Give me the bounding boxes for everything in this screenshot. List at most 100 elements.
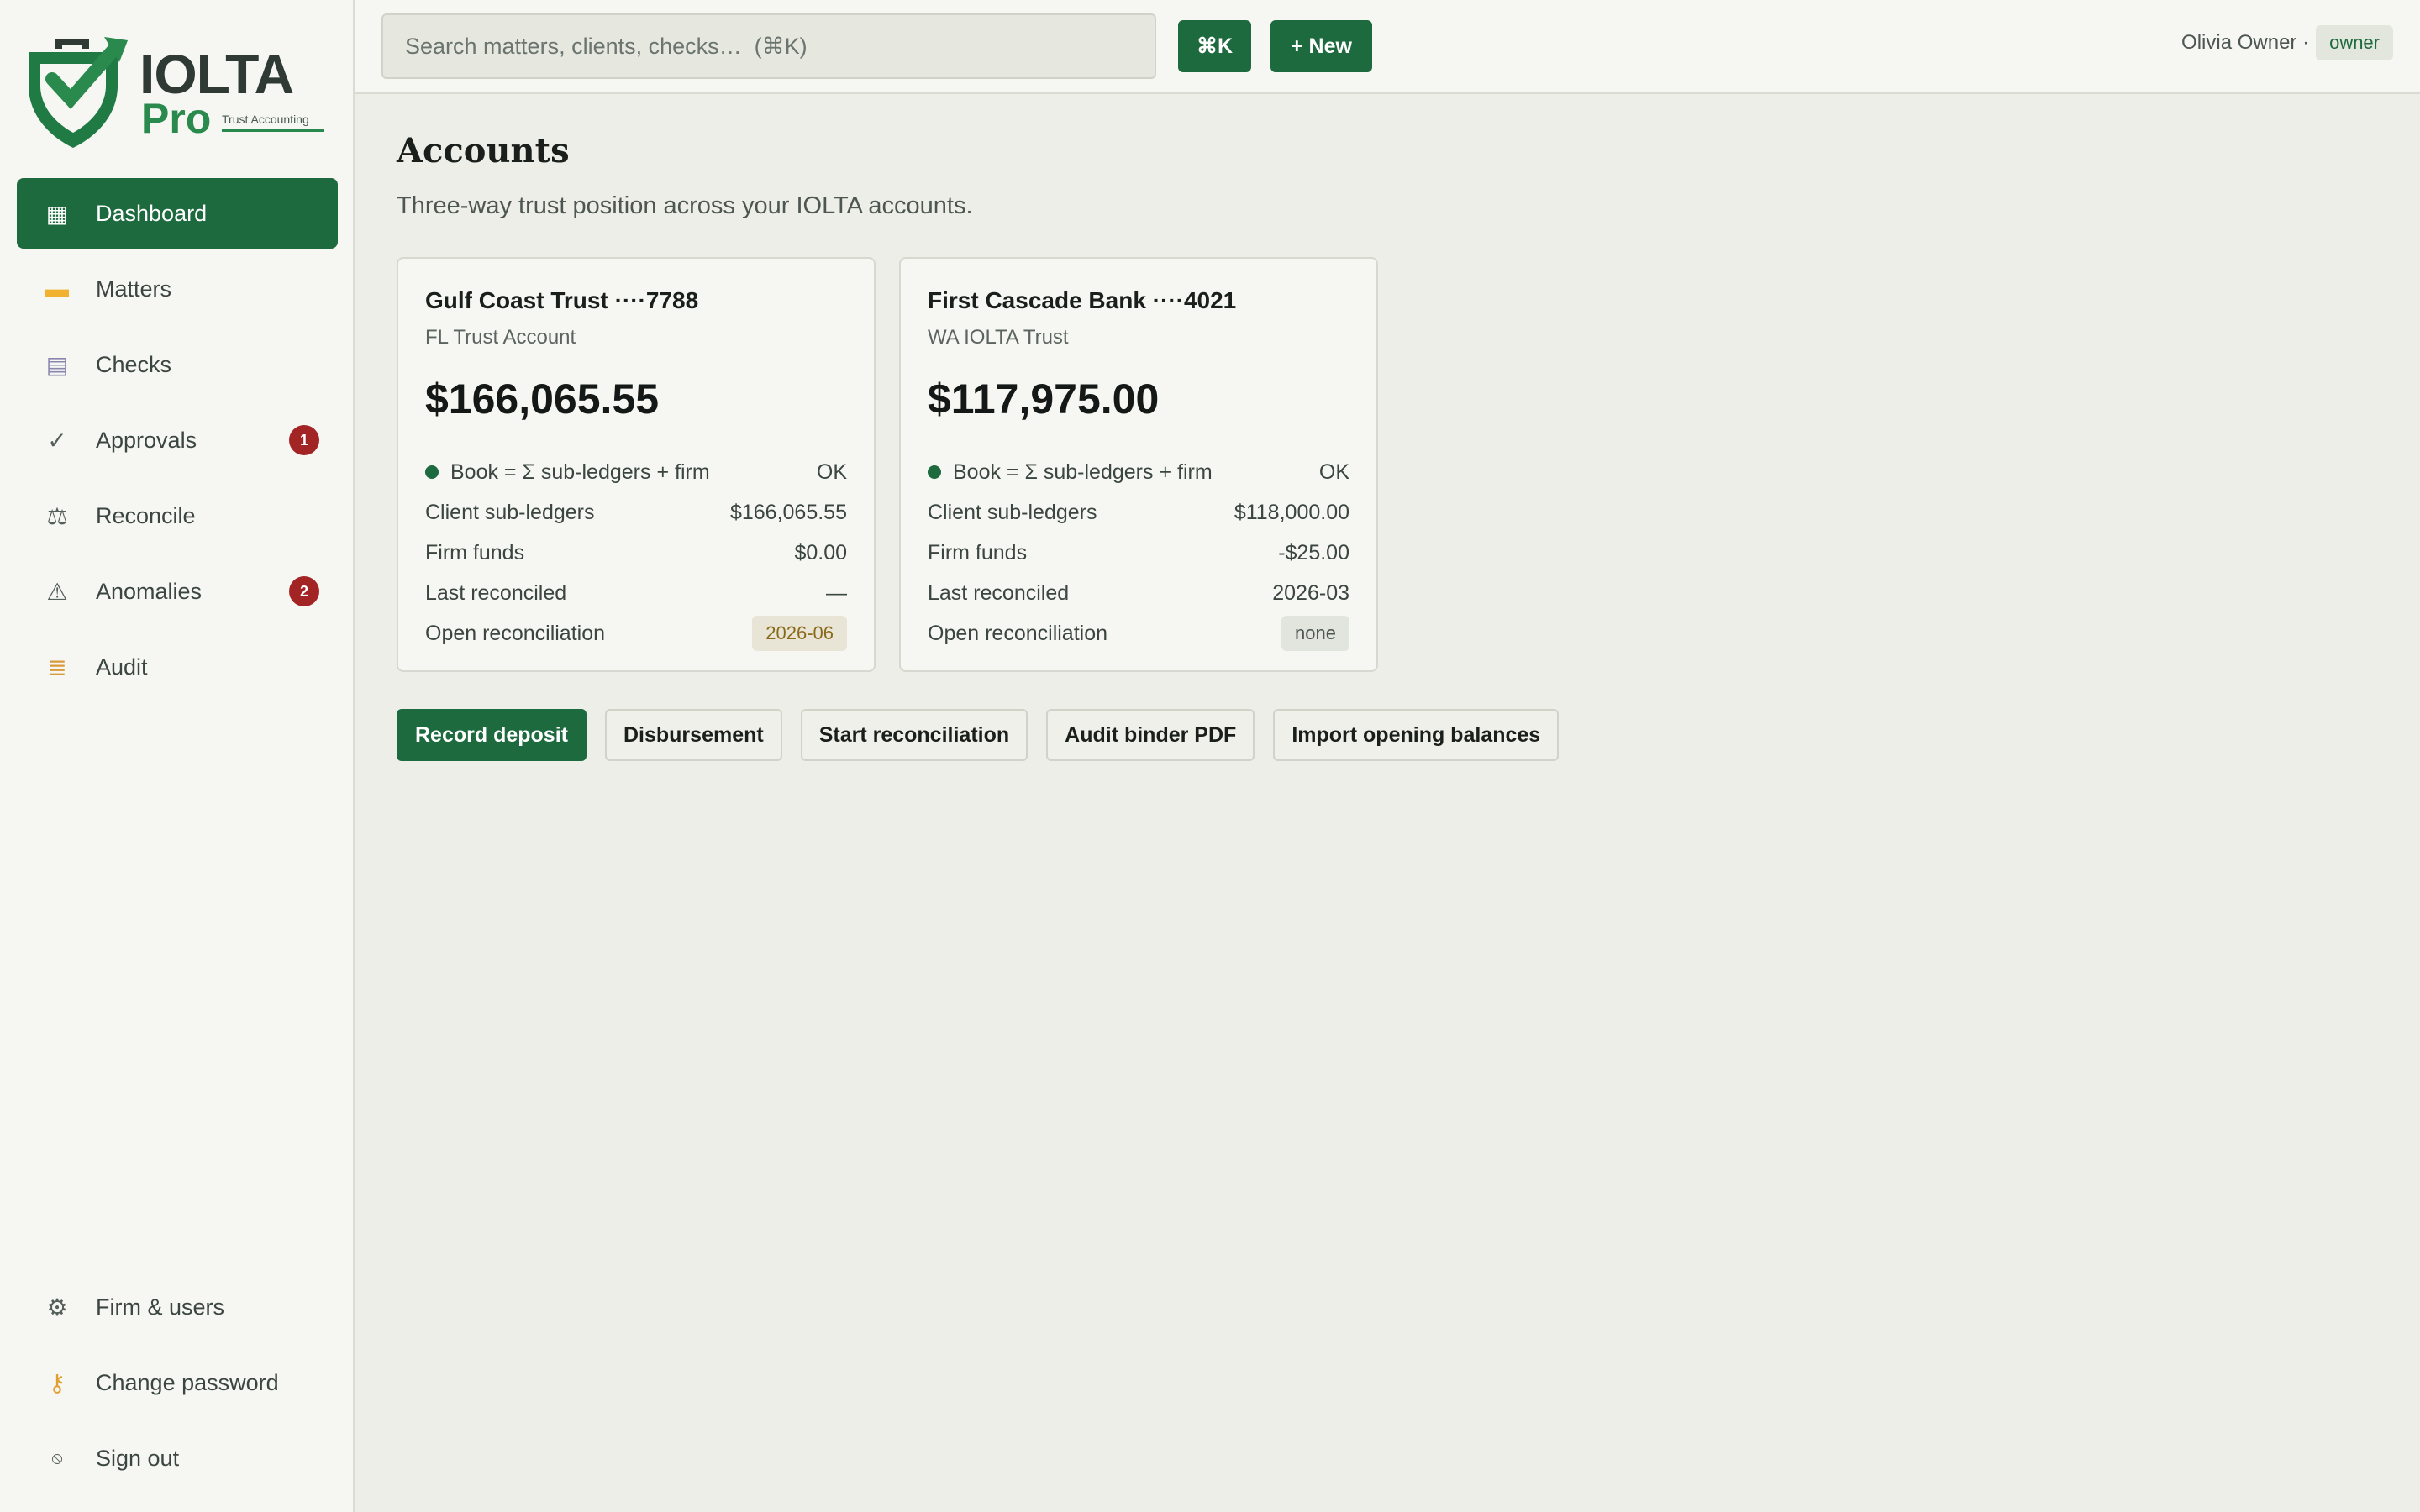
sidebar-item-anomalies[interactable]: ⚠ Anomalies 2 [17,556,338,627]
account-type: WA IOLTA Trust [928,326,1069,349]
signout-icon: ⦸ [51,1448,63,1467]
client-subledgers-row: Client sub-ledgers $118,000.00 [928,492,1349,533]
status-dot-icon [928,465,941,479]
scales-icon: ⚖ [46,502,68,529]
sidebar-item-label: Reconcile [96,502,196,528]
row-value: — [826,580,847,605]
row-value: 2026-03 [1272,580,1349,605]
status-dot-icon [425,465,439,479]
checkmark-icon: ✓ [47,427,67,454]
sidebar-nav: ▦ Dashboard ▬ Matters ▤ Checks ✓ Approva… [17,178,338,707]
main-area: ⌘K + New Olivia Owner · owner Accounts T… [355,0,2420,1512]
sidebar-item-label: Audit [96,654,148,680]
sidebar-item-sign-out[interactable]: ⦸ Sign out [17,1423,338,1494]
account-name: Gulf Coast Trust ····7788 [425,287,699,313]
row-label: Client sub-ledgers [425,500,595,524]
row-label: Open reconciliation [928,621,1108,645]
account-card-gulf-coast[interactable]: Gulf Coast Trust ····7788 FL Trust Accou… [397,257,876,672]
brand-tagline: Trust Accounting [222,113,324,132]
command-palette-button[interactable]: ⌘K [1178,20,1252,72]
row-value: $0.00 [794,540,847,564]
account-balance: $117,975.00 [928,375,1160,423]
sidebar-item-change-password[interactable]: ⚷ Change password [17,1347,338,1418]
open-reconciliation-row: Open reconciliation 2026-06 [425,613,847,654]
row-value: $166,065.55 [729,500,847,524]
row-label: Last reconciled [928,580,1070,605]
row-label: Last reconciled [425,580,567,605]
sidebar-item-reconcile[interactable]: ⚖ Reconcile [17,480,338,551]
briefcase-shield-logo-icon [29,37,128,148]
sidebar-item-label: Dashboard [96,200,208,226]
sidebar: IOLTA Pro Trust Accounting ▦ Dashboard ▬… [0,0,355,1512]
folder-icon: ▬ [45,276,69,302]
last-reconciled-row: Last reconciled 2026-03 [928,573,1349,613]
client-subledgers-row: Client sub-ledgers $166,065.55 [425,492,847,533]
row-label: Client sub-ledgers [928,500,1097,524]
sidebar-item-label: Matters [96,276,172,302]
start-reconciliation-button[interactable]: Start reconciliation [800,709,1028,761]
sidebar-item-label: Sign out [96,1445,180,1471]
row-label: Book = Σ sub-ledgers + firm [450,459,710,484]
firm-funds-row: Firm funds $0.00 [425,533,847,573]
import-opening-balances-button[interactable]: Import opening balances [1273,709,1560,761]
row-label: Firm funds [928,540,1028,564]
gear-icon: ⚙ [46,1294,68,1320]
page-subtitle: Three-way trust position across your IOL… [397,192,973,219]
row-label: Firm funds [425,540,525,564]
user-menu[interactable]: Olivia Owner · owner [2181,25,2393,60]
sidebar-item-label: Firm & users [96,1294,225,1320]
brand-pro: Pro [141,95,212,142]
scroll-icon: ≣ [47,654,67,680]
firm-funds-row: Firm funds -$25.00 [928,533,1349,573]
user-name: Olivia Owner · [2181,31,2310,54]
sidebar-item-audit[interactable]: ≣ Audit [17,632,338,702]
action-buttons: Record deposit Disbursement Start reconc… [397,709,2396,761]
anomalies-count-badge: 2 [289,576,319,606]
three-way-check-row: Book = Σ sub-ledgers + firm OK [928,452,1349,492]
record-deposit-button[interactable]: Record deposit [397,709,587,761]
sidebar-item-checks[interactable]: ▤ Checks [17,329,338,400]
three-way-check-row: Book = Σ sub-ledgers + firm OK [425,452,847,492]
sidebar-item-firm-users[interactable]: ⚙ Firm & users [17,1272,338,1342]
account-details: Book = Σ sub-ledgers + firm OK Client su… [928,452,1349,654]
topbar: ⌘K + New Olivia Owner · owner [355,0,2420,94]
sidebar-item-label: Anomalies [96,578,203,604]
open-reconciliation-row: Open reconciliation none [928,613,1349,654]
grid-icon: ▦ [45,200,69,227]
row-label: Open reconciliation [425,621,606,645]
row-value: OK [816,459,847,484]
receipt-icon: ▤ [45,351,69,378]
accounts-page: Accounts Three-way trust position across… [397,131,2396,761]
search-input[interactable] [381,13,1156,79]
sidebar-item-label: Change password [96,1369,279,1395]
row-value: OK [1318,459,1349,484]
sidebar-item-label: Checks [96,351,172,377]
last-reconciled-row: Last reconciled — [425,573,847,613]
disbursement-button[interactable]: Disbursement [604,709,782,761]
open-reconciliation-badge[interactable]: 2026-06 [752,616,847,651]
sidebar-item-approvals[interactable]: ✓ Approvals 1 [17,405,338,475]
audit-binder-pdf-button[interactable]: Audit binder PDF [1046,709,1255,761]
approvals-count-badge: 1 [289,425,319,455]
logo[interactable]: IOLTA Pro Trust Accounting [24,30,326,153]
account-type: FL Trust Account [425,326,576,349]
row-value: -$25.00 [1278,540,1349,564]
new-button[interactable]: + New [1270,20,1372,72]
account-details: Book = Σ sub-ledgers + firm OK Client su… [425,452,847,654]
key-icon: ⚷ [48,1369,66,1396]
open-reconciliation-badge: none [1281,616,1349,651]
sidebar-item-dashboard[interactable]: ▦ Dashboard [17,178,338,249]
sidebar-item-label: Approvals [96,427,197,453]
sidebar-bottom-nav: ⚙ Firm & users ⚷ Change password ⦸ Sign … [17,1272,338,1499]
user-role-badge: owner [2316,25,2393,60]
page-title: Accounts [397,131,570,171]
warning-icon: ⚠ [46,578,68,605]
account-name: First Cascade Bank ····4021 [928,287,1237,313]
account-balance: $166,065.55 [425,375,660,423]
account-cards: Gulf Coast Trust ····7788 FL Trust Accou… [397,257,2396,672]
row-value: $118,000.00 [1234,500,1349,524]
row-label: Book = Σ sub-ledgers + firm [953,459,1213,484]
sidebar-item-matters[interactable]: ▬ Matters [17,254,338,324]
account-card-first-cascade[interactable]: First Cascade Bank ····4021 WA IOLTA Tru… [899,257,1378,672]
app-root: IOLTA Pro Trust Accounting ▦ Dashboard ▬… [0,0,2420,1512]
